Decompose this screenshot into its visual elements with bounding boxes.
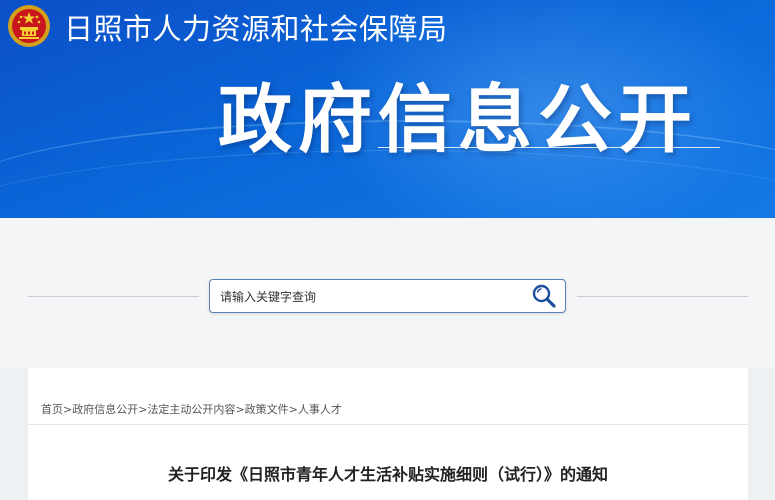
breadcrumb-separator: >: [288, 403, 298, 416]
search-divider-right: [577, 296, 748, 297]
breadcrumb-info-public[interactable]: 政府信息公开: [72, 403, 138, 416]
search-box: [209, 279, 566, 313]
breadcrumb-divider: [28, 424, 748, 425]
site-name[interactable]: 日照市人力资源和社会保障局: [64, 6, 448, 48]
breadcrumb-policy-docs[interactable]: 政策文件: [245, 403, 289, 416]
breadcrumb-statutory-content[interactable]: 法定主动公开内容: [147, 403, 235, 416]
header-banner: 日照市人力资源和社会保障局 政府信息公开: [0, 0, 775, 218]
national-emblem-icon: [8, 5, 50, 47]
search-divider-left: [28, 296, 199, 297]
title-underline: [378, 147, 720, 148]
breadcrumb-separator: >: [235, 403, 245, 416]
search-input[interactable]: [220, 288, 520, 306]
content-panel: 首页>政府信息公开>法定主动公开内容>政策文件>人事人才 关于印发《日照市青年人…: [28, 368, 748, 500]
search-icon[interactable]: [531, 283, 557, 309]
breadcrumb-separator: >: [63, 403, 73, 416]
breadcrumb-home[interactable]: 首页: [41, 403, 63, 416]
article-title: 关于印发《日照市青年人才生活补贴实施细则（试行）》的通知: [167, 465, 608, 484]
breadcrumb: 首页>政府信息公开>法定主动公开内容>政策文件>人事人才: [41, 401, 342, 417]
section-title: 政府信息公开: [218, 77, 698, 163]
breadcrumb-personnel[interactable]: 人事人才: [298, 403, 342, 416]
